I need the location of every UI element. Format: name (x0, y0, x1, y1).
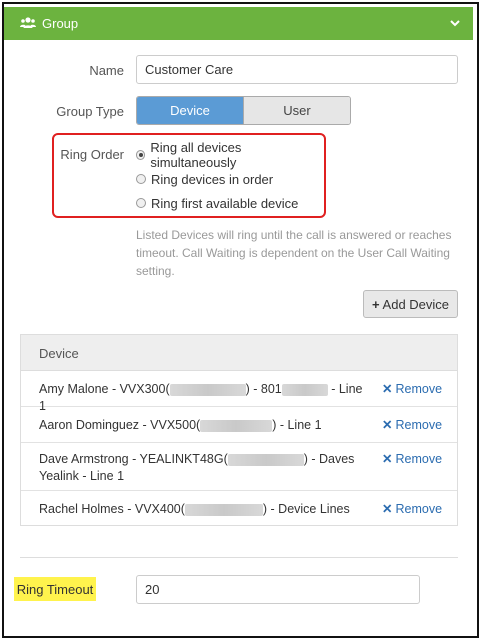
remove-device-button[interactable]: ✕ Remove (382, 381, 442, 397)
section-divider (20, 557, 458, 558)
group-panel-header[interactable]: Group (4, 7, 473, 40)
ring-order-option-label: Ring all devices simultaneously (150, 140, 242, 170)
ring-order-help-text: Listed Devices will ring until the call … (136, 228, 452, 278)
chevron-down-icon[interactable] (449, 17, 461, 29)
device-table-header: Device (21, 335, 457, 371)
close-icon: ✕ (382, 452, 393, 466)
device-name: Dave Armstrong - YEALINKT48G() - Daves Y… (39, 452, 355, 483)
name-input-value: Customer Care (145, 62, 234, 77)
ring-timeout-input[interactable]: 20 (136, 575, 420, 604)
redacted-mac (169, 383, 246, 396)
redacted-mac (200, 419, 273, 432)
users-icon (20, 17, 36, 28)
ring-order-option-first-available[interactable]: Ring first available device (136, 194, 316, 212)
redacted-mac (184, 503, 263, 516)
panel-title: Group (42, 16, 79, 31)
group-type-label: Group Type (56, 104, 124, 119)
add-device-button[interactable]: + Add Device (363, 290, 458, 318)
table-row: Aaron Dominguez - VVX500() - Line 1 ✕ Rem… (21, 407, 457, 443)
device-name: Aaron Dominguez - VVX500() - Line 1 (39, 418, 322, 432)
add-device-label: Add Device (382, 296, 450, 312)
group-type-user-button[interactable]: User (243, 97, 350, 124)
device-table: Device Amy Malone - VVX300() - 801 - Lin… (20, 334, 458, 526)
ring-order-option-label: Ring devices in order (151, 171, 274, 187)
ring-order-option-in-order[interactable]: Ring devices in order (136, 170, 316, 188)
ring-timeout-label: Ring Timeout (14, 577, 96, 601)
ring-order-option-label: Ring first available device (151, 195, 299, 211)
radio-unselected-icon (136, 198, 146, 208)
remove-device-button[interactable]: ✕ Remove (382, 501, 442, 517)
ring-order-label: Ring Order (60, 147, 124, 162)
close-icon: ✕ (382, 502, 393, 516)
redacted-mac (227, 453, 304, 466)
remove-device-button[interactable]: ✕ Remove (382, 451, 442, 467)
remove-device-button[interactable]: ✕ Remove (382, 417, 442, 433)
name-label: Name (89, 63, 124, 78)
name-input[interactable]: Customer Care (136, 55, 458, 84)
ring-timeout-value: 20 (145, 582, 160, 597)
group-type-toggle: Device User (136, 96, 351, 125)
close-icon: ✕ (382, 418, 393, 432)
plus-icon: + (371, 296, 380, 312)
table-row: Dave Armstrong - YEALINKT48G() - Daves Y… (21, 443, 457, 491)
radio-unselected-icon (136, 174, 146, 184)
close-icon: ✕ (382, 382, 393, 396)
table-row: Amy Malone - VVX300() - 801 - Line 1 ✕ Re… (21, 371, 457, 413)
radio-selected-icon (136, 150, 146, 160)
device-name: Rachel Holmes - VVX400() - Device Lines (39, 502, 350, 516)
table-row: Rachel Holmes - VVX400() - Device Lines … (21, 491, 457, 527)
group-type-device-button[interactable]: Device (137, 97, 243, 124)
device-column-header: Device (39, 346, 79, 361)
redacted-extension (281, 383, 328, 396)
ring-order-option-simultaneous[interactable]: Ring all devices simultaneously (136, 140, 316, 170)
